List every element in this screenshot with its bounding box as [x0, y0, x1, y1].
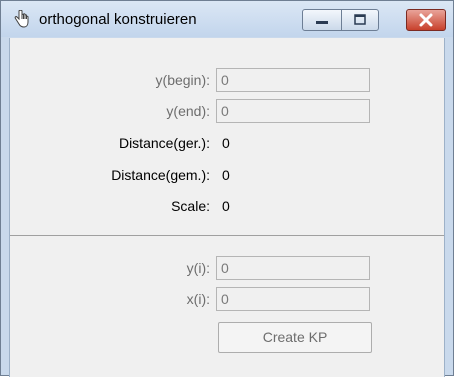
y-begin-label: y(begin):: [155, 72, 210, 88]
minimize-icon: [316, 21, 328, 24]
close-button[interactable]: [406, 9, 446, 31]
y-end-input[interactable]: 0: [216, 99, 370, 123]
minimize-button[interactable]: [302, 9, 342, 31]
window-title: orthogonal konstruieren: [39, 11, 197, 28]
maximize-button[interactable]: [341, 9, 379, 31]
section-divider: [10, 235, 444, 236]
distance-gem-value: 0: [222, 167, 230, 183]
app-window: orthogonal konstruieren y(begin): 0 y(en…: [0, 0, 454, 377]
y-i-label: y(i):: [186, 260, 210, 276]
distance-ger-value: 0: [222, 135, 230, 151]
x-i-label: x(i):: [186, 291, 210, 307]
hand-pointer-icon: [14, 10, 29, 28]
y-begin-input[interactable]: 0: [216, 68, 370, 92]
scale-label: Scale:: [171, 198, 210, 214]
y-end-label: y(end):: [166, 103, 210, 119]
x-i-input[interactable]: 0: [216, 287, 370, 311]
create-kp-button[interactable]: Create KP: [218, 322, 372, 353]
distance-gem-label: Distance(gem.):: [111, 167, 210, 183]
y-i-input[interactable]: 0: [216, 256, 370, 280]
maximize-icon: [354, 14, 366, 25]
scale-value: 0: [222, 198, 230, 214]
title-bar[interactable]: orthogonal konstruieren: [1, 1, 453, 37]
close-x-icon: [419, 13, 433, 27]
form-panel: y(begin): 0 y(end): 0 Distance(ger.): 0 …: [9, 38, 445, 377]
distance-ger-label: Distance(ger.):: [118, 135, 210, 151]
